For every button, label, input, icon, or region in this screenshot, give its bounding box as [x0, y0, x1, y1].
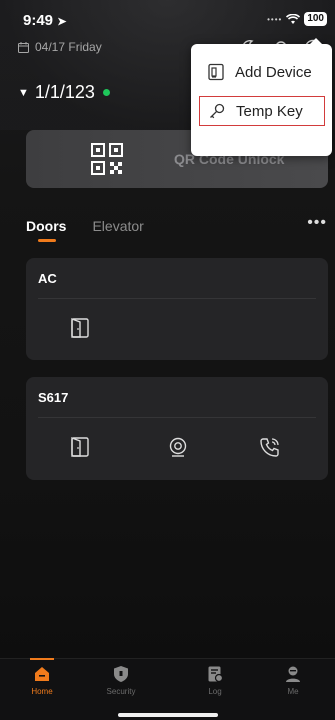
menu-item-add-device[interactable]: Add Device — [199, 54, 325, 90]
card-divider — [38, 298, 316, 299]
triangle-down-icon: ▼ — [18, 86, 29, 99]
phone-call-icon[interactable] — [256, 433, 284, 461]
user-icon — [286, 666, 300, 682]
calendar-icon — [18, 41, 29, 53]
home-icon — [35, 667, 49, 681]
menu-item-label: Add Device — [235, 63, 312, 81]
battery-indicator: 100 — [304, 12, 327, 26]
status-indicators: •••• 100 — [267, 12, 327, 26]
log-icon — [208, 666, 224, 683]
more-options-icon[interactable]: ••• — [307, 214, 327, 232]
dropdown-arrow — [310, 38, 322, 44]
home-indicator — [118, 713, 218, 717]
door-icon[interactable] — [66, 314, 94, 342]
bottom-navigation: Home Security Log Me — [0, 658, 335, 720]
nav-log[interactable]: Log — [190, 665, 240, 696]
status-time-text: 9:49 — [23, 12, 54, 29]
date-text: 04/17 Friday — [35, 40, 102, 54]
nav-label: Me — [287, 687, 299, 696]
nav-me[interactable]: Me — [268, 665, 318, 696]
signal-icon: •••• — [267, 14, 283, 24]
device-card-ac: AC — [26, 258, 328, 360]
nav-label: Home — [31, 687, 53, 696]
tab-doors-label: Doors — [26, 218, 67, 234]
nav-active-indicator — [30, 658, 54, 660]
nav-home[interactable]: Home — [17, 665, 67, 696]
shield-icon — [114, 666, 128, 682]
online-status-dot — [102, 89, 110, 96]
status-bar: 9:49 ➤ •••• 100 — [0, 0, 335, 34]
menu-item-label: Temp Key — [236, 102, 303, 120]
camera-icon[interactable] — [164, 433, 192, 461]
device-card-s617: S617 — [26, 377, 328, 480]
location-arrow-icon: ➤ — [57, 16, 67, 28]
tab-active-indicator — [38, 239, 56, 242]
tab-bar: Doors Elevator — [26, 218, 144, 242]
door-icon[interactable] — [66, 433, 94, 461]
add-menu-dropdown: Add Device Temp Key — [191, 38, 332, 156]
device-card-title: AC — [38, 271, 57, 286]
nav-security[interactable]: Security — [96, 665, 146, 696]
qr-code-icon — [91, 143, 123, 175]
key-icon — [210, 103, 225, 119]
device-card-title: S617 — [38, 390, 69, 405]
menu-item-temp-key[interactable]: Temp Key — [199, 96, 325, 126]
location-selector[interactable]: ▼ 1/1/123 — [18, 82, 110, 103]
card-divider — [38, 417, 316, 418]
nav-label: Security — [106, 687, 136, 696]
tab-elevator[interactable]: Elevator — [92, 218, 143, 234]
nav-label: Log — [208, 687, 222, 696]
tab-elevator-label: Elevator — [92, 218, 144, 234]
app-screen: 9:49 ➤ •••• 100 04/17 Friday ▼ 1/1/123 Q… — [0, 0, 335, 720]
date-row: 04/17 Friday — [18, 40, 102, 54]
wifi-icon — [286, 13, 301, 24]
tab-doors[interactable]: Doors — [26, 218, 67, 242]
device-icon — [208, 63, 224, 81]
location-label: 1/1/123 — [34, 82, 95, 102]
status-time: 9:49 ➤ — [23, 12, 66, 29]
